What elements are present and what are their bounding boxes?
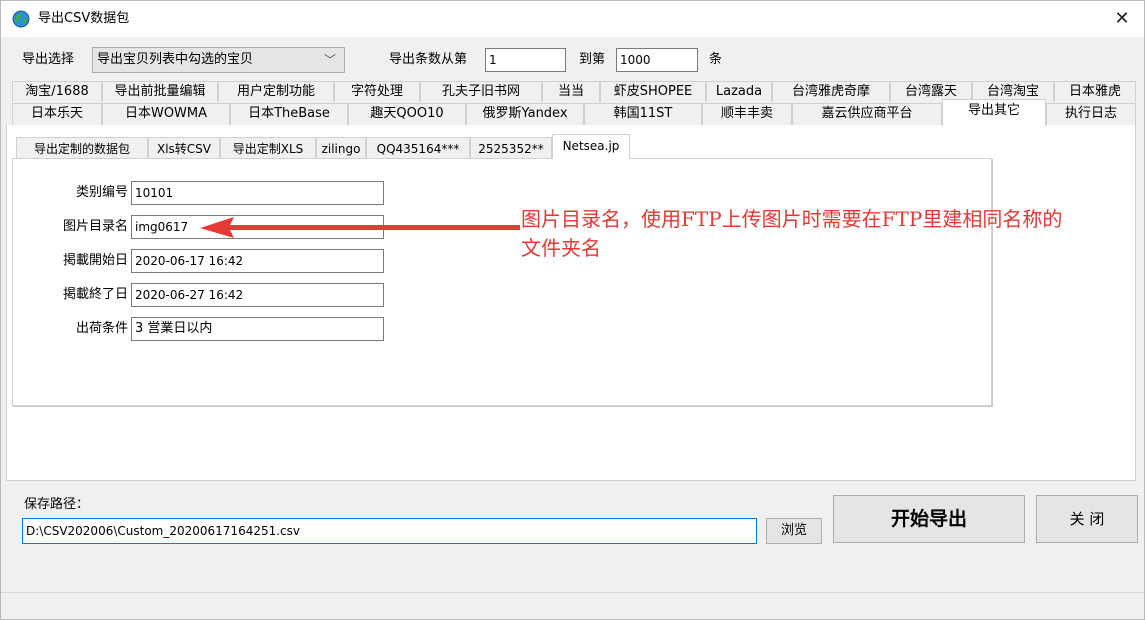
tab-wowma[interactable]: 日本WOWMA [102,103,230,125]
tab-char-process[interactable]: 字符处理 [334,81,420,102]
export-select-label: 导出选择 [22,52,75,67]
subtab-qq435164[interactable]: QQ435164*** [366,137,470,160]
end-date-input[interactable]: 2020-06-27 16:42 [131,283,384,307]
chevron-down-icon: ﹀ [323,53,336,67]
annotation-arrow-icon [200,217,520,238]
export-select-dropdown[interactable]: 导出宝贝列表中勾选的宝贝 ﹀ [92,47,345,73]
window-close-button[interactable]: ✕ [1108,6,1136,32]
tab-yandex[interactable]: 俄罗斯Yandex [466,103,584,125]
app-globe-icon [12,10,30,28]
category-label: 类别编号 [75,185,128,200]
subtab-xls-to-csv[interactable]: Xls转CSV [148,137,220,160]
range-to-label: 到第 [579,52,606,67]
tab-11st[interactable]: 韩国11ST [584,103,702,125]
close-button[interactable]: 关 闭 [1036,495,1138,543]
save-path-input[interactable]: D:\CSV202006\Custom_20200617164251.csv [22,518,757,544]
tab-taobao-1688[interactable]: 淘宝/1688 [12,81,102,102]
tab-sf-fengmai[interactable]: 顺丰丰卖 [702,103,792,125]
tab-user-custom[interactable]: 用户定制功能 [218,81,334,102]
annotation-line1: 图片目录名，使用FTP上传图片时需要在FTP里建相同名称的 [521,207,1063,231]
range-from-label: 导出条数从第 [389,52,468,67]
range-unit-label: 条 [709,52,723,67]
tab-shopee[interactable]: 虾皮SHOPEE [600,81,706,102]
tab-tw-yahoo[interactable]: 台湾雅虎奇摩 [772,81,890,102]
browse-button[interactable]: 浏览 [766,518,822,544]
subtab-zilingo[interactable]: zilingo [316,137,366,160]
tab-batch-edit[interactable]: 导出前批量编辑 [102,81,218,102]
window-title: 导出CSV数据包 [38,11,130,26]
tab-rakuten[interactable]: 日本乐天 [12,103,102,125]
tab-lazada[interactable]: Lazada [706,81,772,102]
export-select-value: 导出宝贝列表中勾选的宝贝 [97,52,254,67]
subtab-netsea[interactable]: Netsea.jp [552,134,630,159]
tab-export-other[interactable]: 导出其它 [942,99,1046,126]
tab-qoo10[interactable]: 趣天QOO10 [348,103,466,125]
title-bar [1,1,1144,37]
tab-kongfuzi[interactable]: 孔夫子旧书网 [420,81,542,102]
tab-thebase[interactable]: 日本TheBase [230,103,348,125]
tab-jp-yahoo[interactable]: 日本雅虎 [1054,81,1136,102]
tab-dangdang[interactable]: 当当 [542,81,600,102]
tab-jiayun-supplier[interactable]: 嘉云供应商平台 [792,103,942,125]
category-input[interactable]: 10101 [131,181,384,205]
image-dir-label: 图片目录名 [62,219,128,234]
ship-condition-input[interactable]: 3 営業日以内 [131,317,384,341]
subtab-custom-package[interactable]: 导出定制的数据包 [16,137,148,160]
end-date-label: 掲載終了日 [62,287,128,302]
subtab-custom-xls[interactable]: 导出定制XLS [220,137,316,160]
tab-exec-log[interactable]: 执行日志 [1046,103,1136,125]
start-export-button[interactable]: 开始导出 [833,495,1025,543]
ship-condition-label: 出荷条件 [75,321,128,336]
subtab-2525352[interactable]: 2525352** [470,137,552,160]
start-date-label: 掲載開始日 [62,253,128,268]
range-from-input[interactable]: 1 [485,48,566,72]
save-path-label: 保存路径： [24,497,90,512]
annotation-line2: 文件夹名 [521,236,601,260]
range-to-input[interactable]: 1000 [616,48,698,72]
status-divider [1,592,1144,593]
start-date-input[interactable]: 2020-06-17 16:42 [131,249,384,273]
